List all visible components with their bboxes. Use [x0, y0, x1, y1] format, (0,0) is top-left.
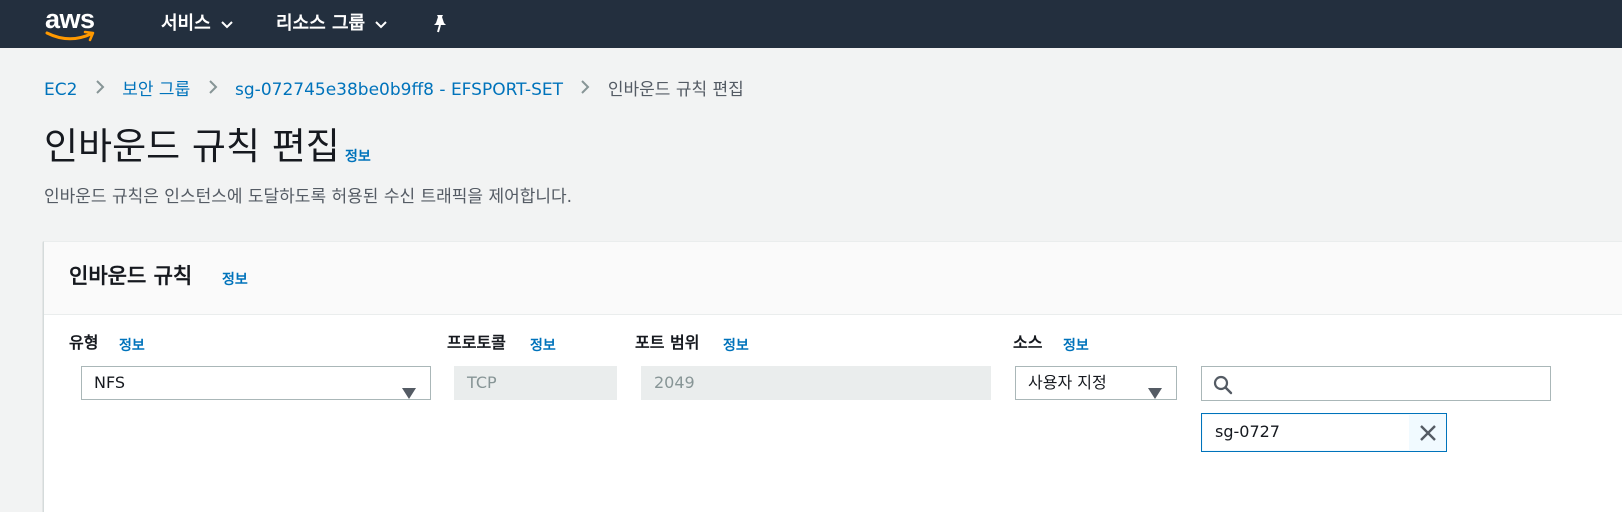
breadcrumb-security-group-link[interactable]: sg-072745e38be0b9ff8 - EFSPORT-SET [235, 80, 563, 100]
protocol-value: TCP [467, 373, 497, 392]
nav-services-label: 서비스 [161, 13, 211, 34]
chevron-down-icon [220, 10, 233, 38]
port-range-value: 2049 [654, 373, 695, 392]
source-info-link[interactable]: 정보 [1063, 335, 1089, 355]
source-select-value: 사용자 지정 [1028, 373, 1107, 392]
source-select[interactable]: 사용자 지정 [1015, 366, 1177, 400]
pin-icon[interactable] [431, 14, 449, 38]
source-token: sg-0727 [1201, 413, 1447, 452]
chevron-right-icon [580, 78, 590, 102]
type-select-value: NFS [94, 373, 126, 392]
aws-logo[interactable]: aws [45, 4, 101, 44]
aws-smile-icon [45, 30, 95, 42]
panel-title: 인바운드 규칙 [69, 264, 193, 288]
breadcrumb-security-groups-link[interactable]: 보안 그룹 [122, 80, 190, 100]
top-navigation-bar: aws 서비스 리소스 그룹 [0, 0, 1622, 48]
source-search-input[interactable] [1240, 371, 1544, 397]
protocol-info-link[interactable]: 정보 [530, 335, 556, 355]
nav-resource-groups-label: 리소스 그룹 [276, 13, 366, 34]
port-range-label: 포트 범위 [635, 333, 700, 352]
source-token-value: sg-0727 [1203, 415, 1409, 450]
type-select[interactable]: NFS [81, 366, 431, 400]
panel-info-link[interactable]: 정보 [222, 269, 248, 289]
port-range-field: 2049 [641, 366, 991, 400]
close-icon[interactable] [1419, 424, 1437, 446]
type-info-link[interactable]: 정보 [119, 335, 145, 355]
page-title: 인바운드 규칙 편집 [44, 125, 340, 168]
nav-resource-groups-menu[interactable]: 리소스 그룹 [276, 10, 387, 38]
port-range-info-link[interactable]: 정보 [723, 335, 749, 355]
page-description: 인바운드 규칙은 인스턴스에 도달하도록 허용된 수신 트래픽을 제어합니다. [44, 187, 573, 207]
caret-down-icon [402, 378, 416, 410]
protocol-field: TCP [454, 366, 617, 400]
chevron-down-icon [375, 10, 387, 38]
type-label: 유형 [69, 333, 99, 352]
page-info-link[interactable]: 정보 [345, 146, 371, 166]
breadcrumb-current: 인바운드 규칙 편집 [607, 80, 744, 100]
panel-header: 인바운드 규칙 정보 [44, 242, 1622, 315]
breadcrumb: EC2 보안 그룹 sg-072745e38be0b9ff8 - EFSPORT… [44, 78, 744, 102]
source-search-field[interactable] [1201, 366, 1551, 401]
breadcrumb-ec2-link[interactable]: EC2 [44, 80, 77, 100]
protocol-label: 프로토콜 [447, 333, 506, 352]
chevron-right-icon [95, 78, 105, 102]
search-icon [1213, 375, 1233, 399]
nav-services-menu[interactable]: 서비스 [161, 10, 233, 38]
caret-down-icon [1148, 378, 1162, 410]
chevron-right-icon [208, 78, 218, 102]
inbound-rules-panel: 인바운드 규칙 정보 유형 정보 프로토콜 정보 포트 범위 정보 소스 정보 … [43, 241, 1622, 512]
source-label: 소스 [1013, 333, 1043, 352]
